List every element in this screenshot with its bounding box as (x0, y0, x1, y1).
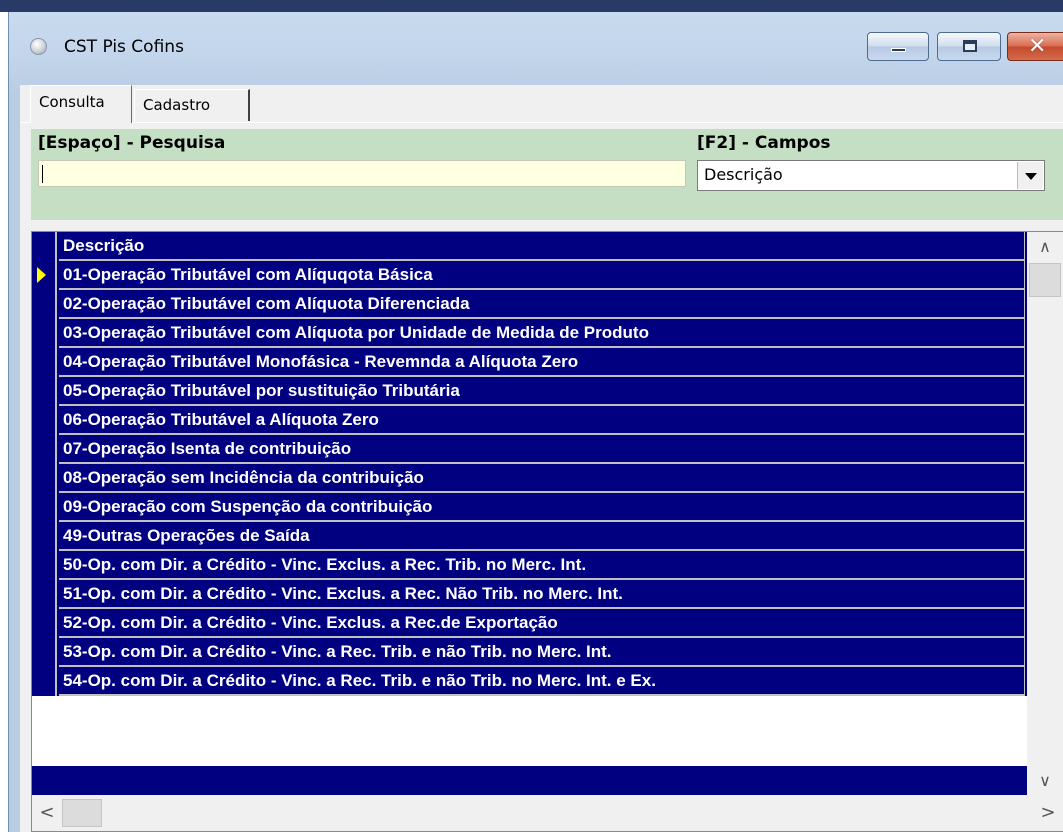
row-indicator-cell[interactable] (32, 348, 57, 377)
table-row[interactable]: 02-Operação Tributável com Alíquota Dife… (32, 290, 1027, 319)
table-cell[interactable]: 50-Op. com Dir. a Crédito - Vinc. Exclus… (59, 551, 1025, 580)
table-row[interactable]: 49-Outras Operações de Saída (32, 522, 1027, 551)
table-cell[interactable]: 03-Operação Tributável com Alíquota por … (59, 319, 1025, 348)
fields-dropdown[interactable]: Descrição (697, 160, 1045, 191)
table-cell[interactable]: 05-Operação Tributável por sustituição T… (59, 377, 1025, 406)
table-cell[interactable]: 07-Operação Isenta de contribuição (59, 435, 1025, 464)
table-row[interactable]: 04-Operação Tributável Monofásica - Reve… (32, 348, 1027, 377)
search-input[interactable] (38, 160, 686, 187)
table-row[interactable]: 05-Operação Tributável por sustituição T… (32, 377, 1027, 406)
text-caret (42, 165, 43, 183)
row-indicator-cell[interactable] (32, 638, 57, 667)
table-cell[interactable]: 49-Outras Operações de Saída (59, 522, 1025, 551)
scroll-down-icon[interactable]: ∨ (1027, 766, 1063, 795)
vertical-scrollbar[interactable]: ∧ ∨ (1027, 232, 1063, 795)
row-indicator-cell[interactable] (32, 261, 57, 290)
minimize-icon (891, 48, 906, 52)
grid-empty-area (32, 766, 1027, 795)
tab-cadastro[interactable]: Cadastro (134, 89, 250, 121)
table-cell[interactable]: 53-Op. com Dir. a Crédito - Vinc. a Rec.… (59, 638, 1025, 667)
tab-divider (20, 122, 1063, 123)
table-row[interactable]: 52-Op. com Dir. a Crédito - Vinc. Exclus… (32, 609, 1027, 638)
table-cell[interactable]: 51-Op. com Dir. a Crédito - Vinc. Exclus… (59, 580, 1025, 609)
row-indicator-cell[interactable] (32, 464, 57, 493)
row-indicator-cell[interactable] (32, 522, 57, 551)
window-client-area: Consulta Cadastro [Espaço] - Pesquisa [F… (20, 85, 1063, 832)
row-indicator-cell[interactable] (32, 377, 57, 406)
results-grid: Descrição 01-Operação Tributável com Alí… (31, 231, 1063, 832)
tab-strip: Consulta Cadastro (20, 85, 1063, 123)
grid-rows: Descrição 01-Operação Tributável com Alí… (32, 232, 1027, 795)
app-window: CST Pis Cofins ✕ Consulta Cadastro [Espa… (8, 12, 1063, 832)
table-cell[interactable]: 54-Op. com Dir. a Crédito - Vinc. a Rec.… (59, 667, 1025, 696)
table-row[interactable]: 07-Operação Isenta de contribuição (32, 435, 1027, 464)
fields-label: [F2] - Campos (697, 133, 831, 153)
dropdown-button[interactable] (1017, 162, 1043, 189)
row-indicator-cell[interactable] (32, 493, 57, 522)
table-row[interactable]: 50-Op. com Dir. a Crédito - Vinc. Exclus… (32, 551, 1027, 580)
row-indicator-cell[interactable] (32, 551, 57, 580)
close-icon: ✕ (1028, 34, 1047, 59)
table-cell[interactable]: 01-Operação Tributável com Alíquqota Bás… (59, 261, 1025, 290)
vertical-scroll-thumb[interactable] (1029, 263, 1061, 297)
fields-dropdown-value: Descrição (704, 165, 783, 184)
row-indicator-cell[interactable] (32, 406, 57, 435)
row-indicator-cell[interactable] (32, 609, 57, 638)
search-panel: [Espaço] - Pesquisa [F2] - Campos Descri… (31, 129, 1063, 220)
table-cell[interactable]: 04-Operação Tributável Monofásica - Reve… (59, 348, 1025, 377)
table-row[interactable]: 08-Operação sem Incidência da contribuiç… (32, 464, 1027, 493)
table-cell[interactable]: 52-Op. com Dir. a Crédito - Vinc. Exclus… (59, 609, 1025, 638)
row-indicator-cell[interactable] (32, 580, 57, 609)
close-button[interactable]: ✕ (1007, 32, 1063, 61)
app-icon (30, 38, 47, 55)
table-row[interactable]: 03-Operação Tributável com Alíquota por … (32, 319, 1027, 348)
table-cell[interactable]: 02-Operação Tributável com Alíquota Dife… (59, 290, 1025, 319)
current-row-arrow-icon (37, 267, 46, 283)
scroll-left-icon[interactable]: < (32, 795, 62, 831)
window-title: CST Pis Cofins (64, 37, 184, 57)
grid-body: 01-Operação Tributável com Alíquqota Bás… (32, 232, 1027, 766)
table-row[interactable]: 09-Operação com Suspenção da contribuiçã… (32, 493, 1027, 522)
scroll-up-icon[interactable]: ∧ (1027, 232, 1063, 261)
table-cell[interactable]: 09-Operação com Suspenção da contribuiçã… (59, 493, 1025, 522)
table-cell[interactable]: 08-Operação sem Incidência da contribuiç… (59, 464, 1025, 493)
maximize-icon (963, 40, 977, 52)
table-row[interactable]: 06-Operação Tributável a Alíquota Zero (32, 406, 1027, 435)
title-bar[interactable]: CST Pis Cofins ✕ (9, 12, 1063, 84)
desktop-top-strip (0, 0, 1063, 12)
scroll-right-icon[interactable]: > (1033, 795, 1063, 831)
table-row[interactable]: 51-Op. com Dir. a Crédito - Vinc. Exclus… (32, 580, 1027, 609)
horizontal-scrollbar[interactable]: < > (32, 795, 1063, 831)
table-cell[interactable]: 06-Operação Tributável a Alíquota Zero (59, 406, 1025, 435)
row-indicator-cell[interactable] (32, 667, 57, 696)
horizontal-scroll-thumb[interactable] (62, 799, 102, 827)
tab-consulta[interactable]: Consulta (30, 85, 132, 123)
minimize-button[interactable] (867, 32, 929, 61)
row-indicator-cell[interactable] (32, 290, 57, 319)
chevron-down-icon (1025, 173, 1037, 180)
search-label: [Espaço] - Pesquisa (38, 133, 226, 153)
maximize-button[interactable] (937, 32, 1001, 61)
row-indicator-cell[interactable] (32, 319, 57, 348)
table-row[interactable]: 53-Op. com Dir. a Crédito - Vinc. a Rec.… (32, 638, 1027, 667)
table-row[interactable]: 54-Op. com Dir. a Crédito - Vinc. a Rec.… (32, 667, 1027, 696)
row-indicator-cell[interactable] (32, 435, 57, 464)
table-row[interactable]: 01-Operação Tributável com Alíquqota Bás… (32, 261, 1027, 290)
